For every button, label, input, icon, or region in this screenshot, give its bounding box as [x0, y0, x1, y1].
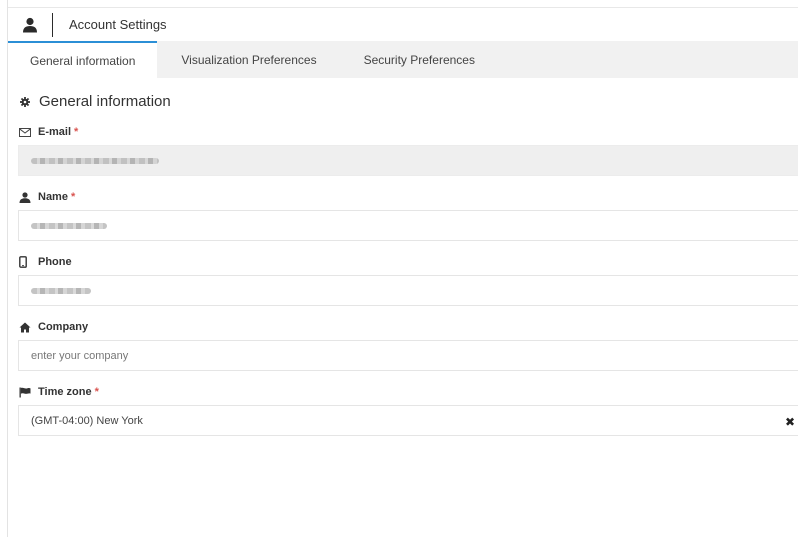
email-label: E-mail * [19, 126, 78, 138]
timezone-label-text: Time zone [38, 386, 92, 398]
home-icon [19, 322, 33, 333]
settings-tabs: General information Visualization Prefer… [8, 41, 798, 78]
name-label-text: Name [38, 191, 68, 203]
company-field[interactable]: enter your company [18, 340, 798, 371]
phone-label: Phone [19, 256, 72, 268]
name-field[interactable] [18, 210, 798, 241]
redacted-value [31, 157, 159, 164]
mobile-phone-icon [19, 256, 33, 268]
page-title: Account Settings [69, 17, 167, 32]
name-label: Name * [19, 191, 75, 203]
company-label-text: Company [38, 321, 89, 333]
required-mark: * [94, 386, 99, 398]
user-icon [8, 9, 52, 41]
redacted-value [31, 222, 107, 229]
timezone-value: (GMT-04:00) New York [31, 414, 143, 427]
tab-visualization-preferences[interactable]: Visualization Preferences [157, 41, 339, 78]
tab-general-information[interactable]: General information [8, 41, 158, 78]
phone-label-text: Phone [38, 256, 72, 268]
close-icon[interactable]: ✖ [785, 415, 795, 429]
user-icon [19, 191, 33, 203]
email-field[interactable] [18, 145, 798, 176]
required-mark: * [70, 191, 76, 203]
email-label-text: E-mail [38, 126, 72, 138]
timezone-label: Time zone * [19, 386, 99, 398]
company-label: Company [19, 321, 88, 333]
envelope-icon [19, 127, 33, 137]
frame-border [7, 0, 8, 537]
page-header: Account Settings [8, 7, 798, 41]
flag-icon [19, 387, 33, 398]
timezone-select[interactable]: (GMT-04:00) New York ✖ [18, 405, 798, 436]
phone-field[interactable] [18, 275, 798, 306]
required-mark: * [74, 126, 79, 138]
header-divider [52, 12, 53, 37]
company-placeholder: enter your company [31, 349, 129, 362]
section-title-text: General information [39, 93, 171, 110]
section-title: General information [20, 93, 171, 110]
tab-security-preferences[interactable]: Security Preferences [340, 41, 495, 78]
gear-icon [20, 96, 30, 107]
redacted-value [31, 287, 91, 294]
